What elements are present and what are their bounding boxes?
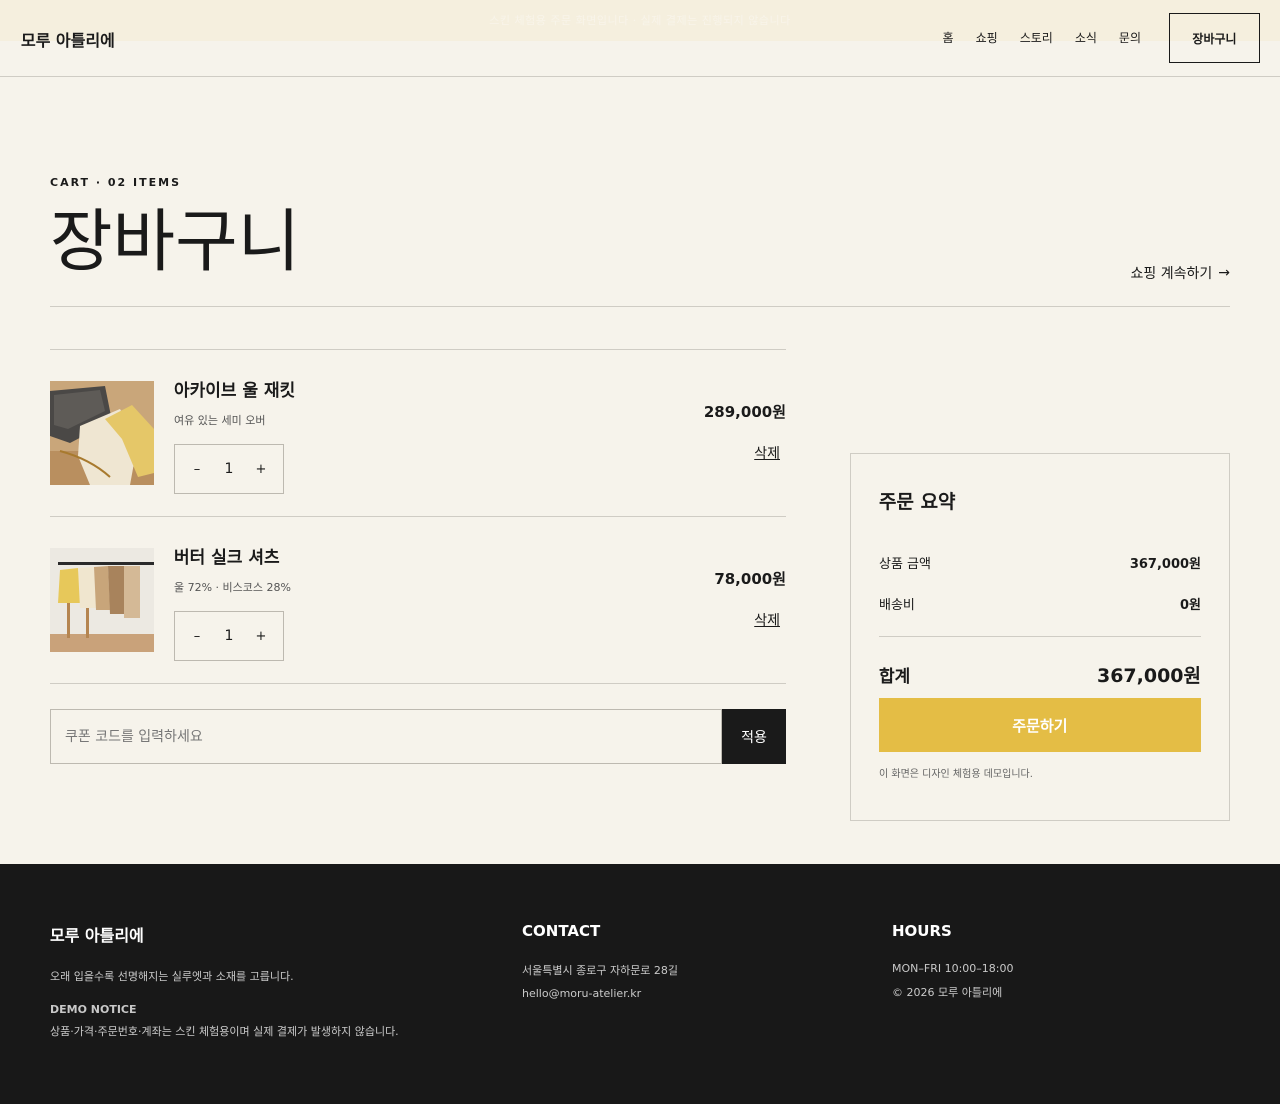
hours-heading: HOURS [892, 922, 952, 940]
footer-tagline: 오래 입을수록 선명해지는 실루엣과 소재를 고릅니다. [50, 970, 294, 983]
demo-notice-heading: DEMO NOTICE [50, 1003, 137, 1016]
quantity-value: 1 [224, 628, 234, 644]
shipping-label: 배송비 [879, 598, 915, 613]
product-price: 289,000원 [703, 403, 786, 421]
arrow-right-icon: → [1218, 265, 1230, 281]
copyright: © 2026 모루 아틀리에 [892, 986, 1003, 999]
cart-button[interactable]: 장바구니 [1169, 13, 1260, 63]
total-value: 367,000원 [1096, 665, 1201, 687]
product-name[interactable]: 아카이브 울 재킷 [174, 376, 295, 401]
remove-item-button[interactable]: 삭제 [754, 443, 780, 463]
business-hours: MON–FRI 10:00–18:00 [892, 962, 1014, 975]
nav-story[interactable]: 스토리 [1020, 29, 1053, 46]
product-price: 78,000원 [714, 570, 786, 588]
product-image-silk-shirt[interactable] [50, 548, 154, 652]
cart-item: 아카이브 울 재킷 여유 있는 세미 오버 – 1 + 289,000원 삭제 [50, 350, 786, 517]
demo-notice-text: 상품·가격·주문번호·계좌는 스킨 체험용이며 실제 결제가 발생하지 않습니다… [50, 1025, 399, 1038]
footer-brand: 모루 아틀리에 [50, 926, 144, 945]
footer-brand-column: 모루 아틀리에 오래 입을수록 선명해지는 실루엣과 소재를 고릅니다. DEM… [50, 922, 399, 1039]
decrease-qty-button[interactable]: – [189, 459, 205, 479]
remove-item-button[interactable]: 삭제 [754, 610, 780, 630]
nav-contact[interactable]: 문의 [1119, 29, 1141, 46]
contact-email[interactable]: hello@moru-atelier.kr [522, 987, 678, 1000]
shipping-row: 배송비 0원 [879, 594, 1201, 613]
cart-eyebrow: CART · 02 ITEMS [50, 176, 182, 189]
demo-note: 이 화면은 디자인 체험용 데모입니다. [879, 769, 1033, 780]
site-footer: 모루 아틀리에 오래 입을수록 선명해지는 실루엣과 소재를 고릅니다. DEM… [0, 864, 1280, 1104]
footer-hours-column: HOURS MON–FRI 10:00–18:00 © 2026 모루 아틀리에 [892, 922, 1014, 1000]
cart-item-list: 아카이브 울 재킷 여유 있는 세미 오버 – 1 + 289,000원 삭제 [50, 349, 786, 684]
product-name[interactable]: 버터 실크 셔츠 [174, 543, 280, 568]
apply-coupon-button[interactable]: 적용 [722, 709, 786, 764]
product-desc: 여유 있는 세미 오버 [174, 414, 266, 427]
contact-address: 서울특별시 종로구 자하문로 28길 [522, 964, 679, 977]
main-nav: 홈 쇼핑 스토리 소식 문의 [943, 29, 1141, 46]
order-summary: 주문 요약 상품 금액 367,000원 배송비 0원 합계 367,000원 … [850, 453, 1230, 821]
summary-divider [879, 636, 1201, 637]
brand-logo[interactable]: 모루 아틀리에 [21, 27, 115, 51]
shipping-value: 0원 [1179, 598, 1201, 613]
footer-contact-column: CONTACT 서울특별시 종로구 자하문로 28길 hello@moru-at… [522, 922, 678, 1000]
page-title: 장바구니 [50, 203, 301, 282]
subtotal-row: 상품 금액 367,000원 [879, 553, 1201, 572]
continue-shopping-label: 쇼핑 계속하기 [1130, 266, 1213, 282]
product-image-wool-jacket[interactable] [50, 381, 154, 485]
quantity-value: 1 [224, 461, 234, 477]
announcement-text: 스킨 체험용 주문 화면입니다 · 실제 결제는 진행되지 않습니다 [489, 14, 791, 27]
nav-shop[interactable]: 쇼핑 [976, 29, 998, 46]
total-label: 합계 [879, 667, 911, 687]
site-header: 스킨 체험용 주문 화면입니다 · 실제 결제는 진행되지 않습니다 모루 아틀… [0, 0, 1280, 77]
nav-home[interactable]: 홈 [943, 29, 954, 46]
subtotal-label: 상품 금액 [879, 557, 931, 572]
subtotal-value: 367,000원 [1129, 557, 1201, 572]
coupon-input[interactable] [50, 709, 722, 764]
cart-item: 버터 실크 셔츠 울 72% · 비스코스 28% – 1 + 78,000원 … [50, 517, 786, 684]
product-desc: 울 72% · 비스코스 28% [174, 581, 291, 594]
coupon-form: 적용 [50, 709, 786, 764]
contact-heading: CONTACT [522, 922, 601, 940]
summary-title: 주문 요약 [879, 491, 956, 513]
checkout-button[interactable]: 주문하기 [879, 698, 1201, 752]
quantity-stepper: – 1 + [174, 611, 284, 661]
nav-news[interactable]: 소식 [1075, 29, 1097, 46]
increase-qty-button[interactable]: + [253, 626, 269, 646]
continue-shopping-link[interactable]: 쇼핑 계속하기 → [1131, 263, 1230, 283]
increase-qty-button[interactable]: + [253, 459, 269, 479]
hero-divider [50, 306, 1230, 307]
quantity-stepper: – 1 + [174, 444, 284, 494]
total-row: 합계 367,000원 [879, 661, 1201, 688]
decrease-qty-button[interactable]: – [189, 626, 205, 646]
